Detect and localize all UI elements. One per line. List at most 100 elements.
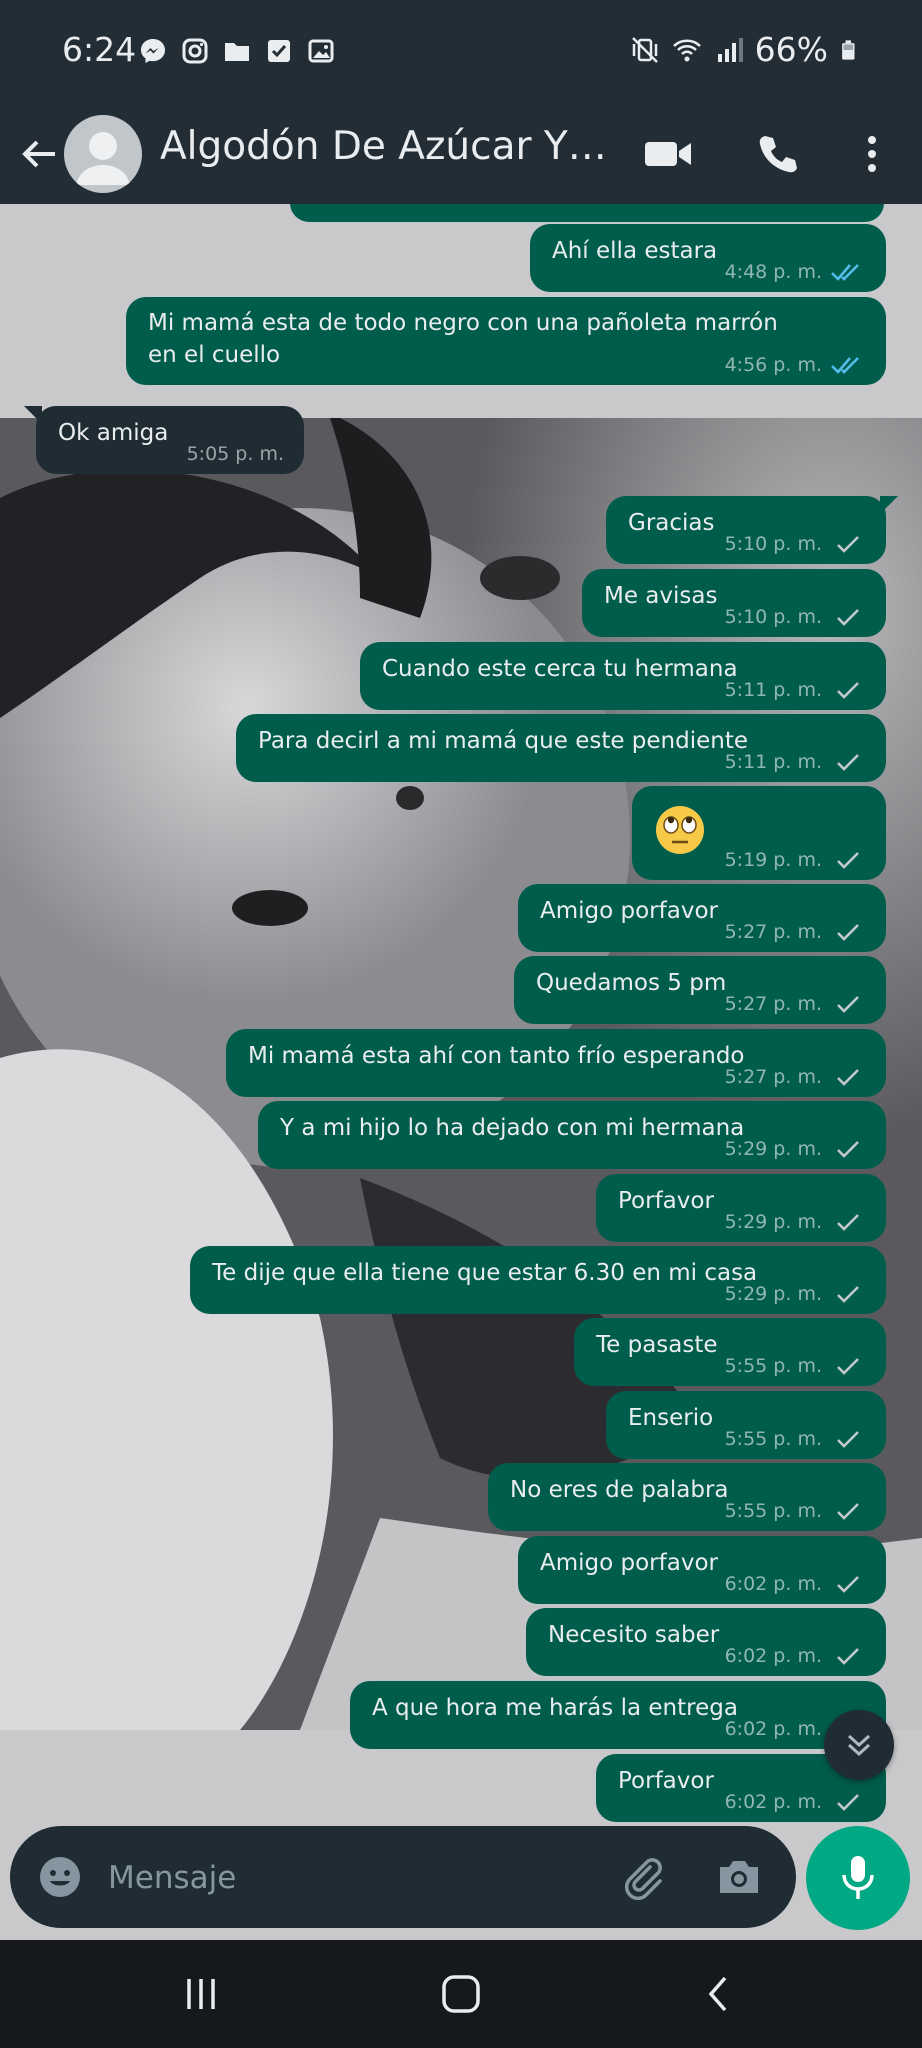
check-sent-icon xyxy=(837,1286,859,1303)
check-sent-icon xyxy=(837,536,859,553)
message-bubble[interactable]: A que hora me harás la entrega 6:02 p. m… xyxy=(350,1681,886,1749)
message-time: 4:48 p. m. xyxy=(724,261,822,283)
emoji-icon xyxy=(40,1857,80,1897)
message-time: 5:29 p. m. xyxy=(724,1283,822,1305)
message-text: Y a mi hijo lo ha dejado con mi hermana xyxy=(280,1115,745,1141)
message-partial[interactable] xyxy=(290,204,884,222)
check-sent-icon xyxy=(837,852,859,869)
message-time: 5:27 p. m. xyxy=(724,993,822,1015)
message-text: Te dije que ella tiene que estar 6.30 en… xyxy=(212,1260,758,1286)
battery-icon xyxy=(842,39,855,60)
message-text: Porfavor xyxy=(618,1768,714,1794)
message-bubble-incoming[interactable]: Ok amiga 5:05 p. m. xyxy=(24,406,304,474)
message-text: Porfavor xyxy=(618,1188,714,1214)
message-bubble[interactable]: Para decirl a mi mamá que este pendiente… xyxy=(236,714,886,782)
message-time: 6:02 p. m. xyxy=(724,1645,822,1667)
message-time: 5:55 p. m. xyxy=(724,1428,822,1450)
message-time: 5:55 p. m. xyxy=(724,1500,822,1522)
battery-percent: 66% xyxy=(754,30,828,69)
message-input[interactable] xyxy=(106,1852,550,1904)
message-text: Amigo porfavor xyxy=(540,1550,718,1576)
message-time: 5:11 p. m. xyxy=(724,679,822,701)
default-avatar-icon xyxy=(76,132,130,185)
message-time: 5:27 p. m. xyxy=(724,1066,822,1088)
attach-icon xyxy=(624,1858,662,1901)
message-bubble[interactable]: Cuando este cerca tu hermana 5:11 p. m. xyxy=(360,642,886,710)
message-text: Te pasaste xyxy=(596,1332,718,1358)
message-bubble[interactable]: Y a mi hijo lo ha dejado con mi hermana … xyxy=(258,1101,886,1169)
gallery-icon xyxy=(308,39,334,63)
message-bubble[interactable]: Enserio 5:55 p. m. xyxy=(606,1391,886,1459)
recents-button[interactable] xyxy=(156,1964,246,2024)
home-button[interactable] xyxy=(416,1964,506,2024)
message-text: Necesito saber xyxy=(548,1622,720,1648)
voice-call-button[interactable] xyxy=(750,126,806,182)
contact-name[interactable]: Algodón De Azúcar Y M... xyxy=(160,124,610,169)
more-options-button[interactable] xyxy=(844,126,900,182)
check-sent-icon xyxy=(837,1503,859,1520)
message-bubble[interactable]: Ahí ella estara 4:48 p. m. xyxy=(530,224,886,292)
message-text: Mi mamá esta ahí con tanto frío esperand… xyxy=(248,1043,745,1069)
message-bubble-emoji[interactable]: 5:19 p. m. xyxy=(632,786,886,880)
message-text: Ahí ella estara xyxy=(552,238,718,264)
message-bubble[interactable]: Amigo porfavor 6:02 p. m. xyxy=(518,1536,886,1604)
message-text: Ok amiga xyxy=(58,420,169,446)
avatar[interactable] xyxy=(64,115,142,193)
double-chevron-down-icon xyxy=(847,1734,871,1757)
message-time: 5:11 p. m. xyxy=(724,751,822,773)
message-text: Mi mamá esta de todo negro con una pañol… xyxy=(148,310,778,368)
message-bubble[interactable]: Amigo porfavor 5:27 p. m. xyxy=(518,884,886,952)
check-sent-icon xyxy=(837,609,859,626)
message-time: 5:10 p. m. xyxy=(724,606,822,628)
scroll-to-bottom-button[interactable] xyxy=(824,1710,894,1780)
double-check-read-icon xyxy=(831,357,859,374)
message-text: Me avisas xyxy=(604,583,718,609)
message-time: 5:29 p. m. xyxy=(724,1138,822,1160)
folder-icon xyxy=(225,43,249,61)
phone-icon xyxy=(759,136,797,173)
message-bubble[interactable]: Porfavor 5:29 p. m. xyxy=(596,1174,886,1242)
voice-message-button[interactable] xyxy=(806,1826,910,1930)
message-bubble[interactable]: Quedamos 5 pm 5:27 p. m. xyxy=(514,956,886,1024)
home-icon xyxy=(442,1975,480,2013)
check-sent-icon xyxy=(837,1576,859,1593)
message-bubble[interactable]: Me avisas 5:10 p. m. xyxy=(582,569,886,637)
message-time: 6:02 p. m. xyxy=(724,1573,822,1595)
mic-icon xyxy=(842,1856,874,1899)
message-bubble[interactable]: Te dije que ella tiene que estar 6.30 en… xyxy=(190,1246,886,1314)
check-sent-icon xyxy=(837,1358,859,1375)
signal-icon xyxy=(717,37,743,62)
rolling-eyes-emoji-icon xyxy=(656,806,704,854)
video-call-icon xyxy=(645,142,691,166)
message-time: 5:19 p. m. xyxy=(724,849,822,871)
camera-button[interactable] xyxy=(710,1848,768,1906)
message-bubble[interactable]: Gracias 5:10 p. m. xyxy=(606,496,898,564)
message-time: 4:56 p. m. xyxy=(724,354,822,376)
video-call-button[interactable] xyxy=(640,126,696,182)
message-bubble[interactable]: Mi mamá esta de todo negro con una pañol… xyxy=(126,297,886,385)
message-text: Quedamos 5 pm xyxy=(536,970,727,996)
check-sent-icon xyxy=(837,924,859,941)
back-button[interactable] xyxy=(14,124,64,184)
system-nav-bar xyxy=(0,1940,922,2048)
check-sent-icon xyxy=(837,1069,859,1086)
message-bubble[interactable]: Necesito saber 6:02 p. m. xyxy=(526,1608,886,1676)
emoji-button[interactable] xyxy=(34,1851,86,1903)
message-list[interactable]: Ahí ella estara 4:48 p. m. Mi mamá esta … xyxy=(0,204,922,1940)
message-text: No eres de palabra xyxy=(510,1477,729,1503)
message-time: 5:29 p. m. xyxy=(724,1211,822,1233)
attach-button[interactable] xyxy=(615,1848,673,1906)
message-text: Gracias xyxy=(628,510,715,536)
message-time: 5:05 p. m. xyxy=(186,443,284,465)
message-bubble[interactable]: Mi mamá esta ahí con tanto frío esperand… xyxy=(226,1029,886,1097)
recents-icon xyxy=(187,1979,215,2009)
chat-header: Algodón De Azúcar Y M... xyxy=(0,104,922,204)
back-icon xyxy=(708,1976,727,2012)
message-bubble[interactable]: No eres de palabra 5:55 p. m. xyxy=(488,1463,886,1531)
instagram-icon xyxy=(182,38,208,64)
system-back-button[interactable] xyxy=(674,1964,764,2024)
double-check-read-icon xyxy=(831,264,859,281)
message-bubble[interactable]: Te pasaste 5:55 p. m. xyxy=(574,1318,886,1386)
message-text: Para decirl a mi mamá que este pendiente xyxy=(258,728,749,754)
wifi-icon xyxy=(672,38,701,61)
